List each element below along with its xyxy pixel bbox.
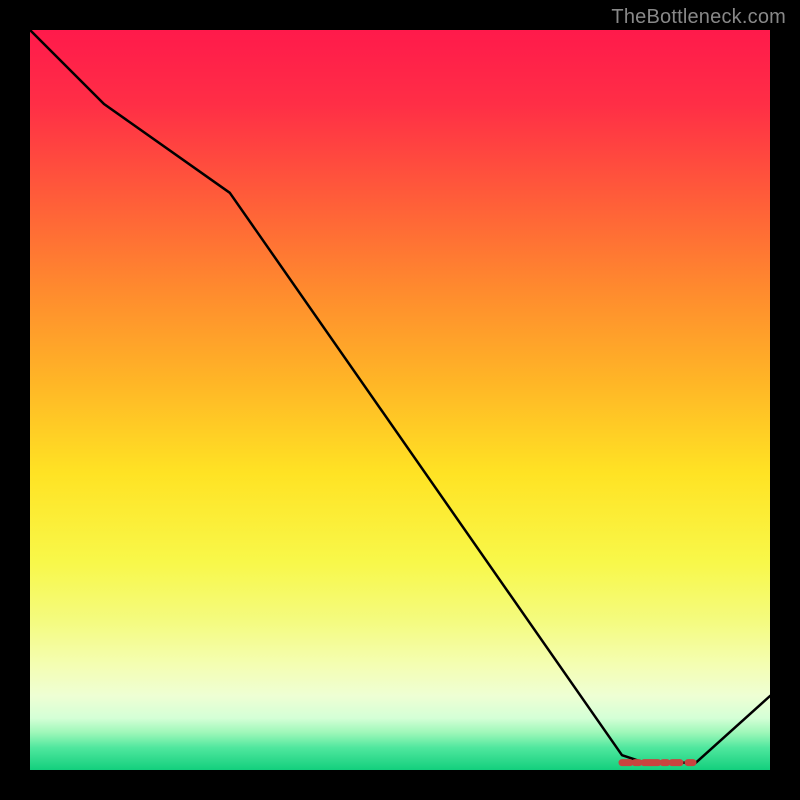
watermark-label: TheBottleneck.com (611, 6, 786, 29)
chart-frame: TheBottleneck.com (0, 0, 800, 800)
bottleneck-chart (30, 30, 770, 770)
plot-background (30, 30, 770, 770)
